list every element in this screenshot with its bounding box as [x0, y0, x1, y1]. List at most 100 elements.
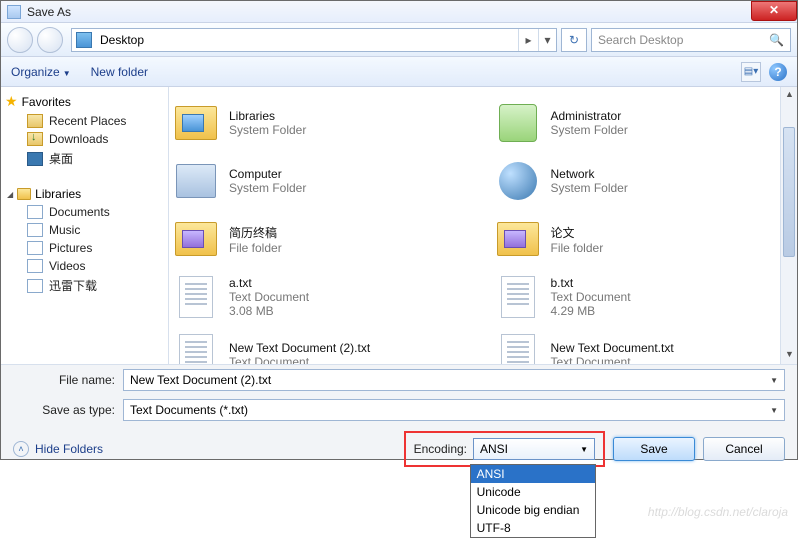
scrollbar[interactable]: ▲ ▼	[780, 87, 797, 364]
pictures-icon	[27, 241, 43, 255]
scroll-down-icon[interactable]: ▼	[781, 347, 798, 364]
save-as-dialog: Save As ✕ Desktop ▸ ▾ ↻ Search Desktop 🔍…	[0, 0, 798, 460]
forward-button[interactable]	[37, 27, 63, 53]
app-icon	[7, 5, 21, 19]
encoding-option[interactable]: Unicode big endian	[471, 501, 595, 519]
cancel-button[interactable]: Cancel	[703, 437, 785, 461]
videos-icon	[27, 259, 43, 273]
item-name: 论文	[551, 224, 604, 241]
item-icon	[173, 334, 219, 364]
item-desc: System Folder	[551, 123, 628, 137]
item-name: New Text Document.txt	[551, 341, 674, 355]
libraries-header[interactable]: ◢ Libraries	[7, 187, 164, 201]
xunlei-icon	[27, 279, 43, 293]
item-icon	[495, 218, 541, 260]
music-icon	[27, 223, 43, 237]
favorites-header[interactable]: ★ Favorites	[5, 93, 164, 110]
encoding-option[interactable]: UTF-8	[471, 519, 595, 537]
encoding-group: Encoding: ANSI ▼ ANSIUnicodeUnicode big …	[404, 431, 605, 467]
sidebar-item-music[interactable]: Music	[5, 221, 164, 239]
item-icon	[173, 160, 219, 202]
file-item[interactable]: 论文File folder	[495, 211, 777, 267]
item-desc: Text Document	[551, 355, 674, 364]
back-button[interactable]	[7, 27, 33, 53]
titlebar: Save As ✕	[1, 1, 797, 23]
chevron-up-icon: ˄	[13, 441, 29, 457]
recent-places-icon	[27, 114, 43, 128]
scroll-thumb[interactable]	[783, 127, 795, 257]
star-icon: ★	[5, 93, 18, 110]
chevron-down-icon: ▼	[63, 69, 71, 78]
address-bar[interactable]: Desktop ▸ ▾	[71, 28, 557, 52]
sidebar-item-desktop[interactable]: 桌面	[5, 148, 164, 169]
scroll-up-icon[interactable]: ▲	[781, 87, 798, 104]
save-button[interactable]: Save	[613, 437, 695, 461]
chevron-down-icon[interactable]: ▼	[770, 406, 778, 415]
item-name: Network	[551, 167, 628, 181]
collapse-icon: ◢	[7, 190, 13, 199]
item-size: 3.08 MB	[229, 304, 309, 318]
file-item[interactable]: a.txtText Document3.08 MB	[173, 269, 455, 325]
item-icon	[173, 102, 219, 144]
save-type-label: Save as type:	[13, 403, 123, 417]
file-item[interactable]: LibrariesSystem Folder	[173, 95, 455, 151]
file-item[interactable]: New Text Document (2).txtText Document	[173, 327, 455, 364]
new-folder-button[interactable]: New folder	[91, 65, 148, 79]
watermark: http://blog.csdn.net/claroja	[648, 505, 788, 519]
item-name: Libraries	[229, 109, 306, 123]
chevron-down-icon[interactable]: ▼	[770, 376, 778, 385]
file-item[interactable]: b.txtText Document4.29 MB	[495, 269, 777, 325]
encoding-option[interactable]: ANSI	[471, 465, 595, 483]
item-icon	[495, 334, 541, 364]
item-name: Administrator	[551, 109, 628, 123]
item-icon	[495, 160, 541, 202]
search-placeholder: Search Desktop	[598, 33, 683, 47]
sidebar-item-recent-places[interactable]: Recent Places	[5, 112, 164, 130]
file-item[interactable]: AdministratorSystem Folder	[495, 95, 777, 151]
item-icon	[495, 276, 541, 318]
file-item[interactable]: NetworkSystem Folder	[495, 153, 777, 209]
encoding-option[interactable]: Unicode	[471, 483, 595, 501]
navbar: Desktop ▸ ▾ ↻ Search Desktop 🔍	[1, 23, 797, 57]
file-item[interactable]: 简历终稿File folder	[173, 211, 455, 267]
item-name: 简历终稿	[229, 224, 282, 241]
file-item[interactable]: ComputerSystem Folder	[173, 153, 455, 209]
item-desc: File folder	[229, 241, 282, 255]
sidebar-item-xunlei[interactable]: 迅雷下载	[5, 275, 164, 296]
item-size: 4.29 MB	[551, 304, 631, 318]
close-button[interactable]: ✕	[751, 1, 797, 21]
sidebar-item-downloads[interactable]: Downloads	[5, 130, 164, 148]
item-desc: System Folder	[551, 181, 628, 195]
hide-folders-button[interactable]: ˄ Hide Folders	[13, 441, 103, 457]
view-options-button[interactable]: ▤▾	[741, 62, 761, 82]
sidebar: ★ Favorites Recent Places Downloads 桌面 ◢…	[1, 87, 169, 364]
footer: File name: New Text Document (2).txt ▼ S…	[1, 364, 797, 459]
sidebar-item-documents[interactable]: Documents	[5, 203, 164, 221]
breadcrumb-chevron-icon[interactable]: ▸	[518, 29, 538, 51]
refresh-button[interactable]: ↻	[561, 28, 587, 52]
refresh-icon: ↻	[569, 33, 579, 47]
address-text: Desktop	[96, 33, 518, 47]
search-icon: 🔍	[769, 33, 784, 47]
item-name: New Text Document (2).txt	[229, 341, 370, 355]
sidebar-item-videos[interactable]: Videos	[5, 257, 164, 275]
sidebar-item-pictures[interactable]: Pictures	[5, 239, 164, 257]
item-icon	[173, 218, 219, 260]
folder-icon	[17, 188, 31, 200]
file-list: LibrariesSystem FolderAdministratorSyste…	[169, 87, 780, 364]
address-dropdown-icon[interactable]: ▾	[538, 29, 556, 51]
chevron-down-icon: ▼	[580, 445, 588, 454]
search-input[interactable]: Search Desktop 🔍	[591, 28, 791, 52]
organize-button[interactable]: Organize▼	[11, 65, 71, 79]
file-item[interactable]: New Text Document.txtText Document	[495, 327, 777, 364]
downloads-icon	[27, 132, 43, 146]
save-type-select[interactable]: Text Documents (*.txt) ▼	[123, 399, 785, 421]
window-title: Save As	[27, 5, 71, 19]
item-desc: File folder	[551, 241, 604, 255]
help-button[interactable]: ?	[769, 63, 787, 81]
item-icon	[495, 102, 541, 144]
encoding-select[interactable]: ANSI ▼	[473, 438, 595, 460]
item-desc: Text Document	[551, 290, 631, 304]
item-name: b.txt	[551, 276, 631, 290]
file-name-input[interactable]: New Text Document (2).txt ▼	[123, 369, 785, 391]
